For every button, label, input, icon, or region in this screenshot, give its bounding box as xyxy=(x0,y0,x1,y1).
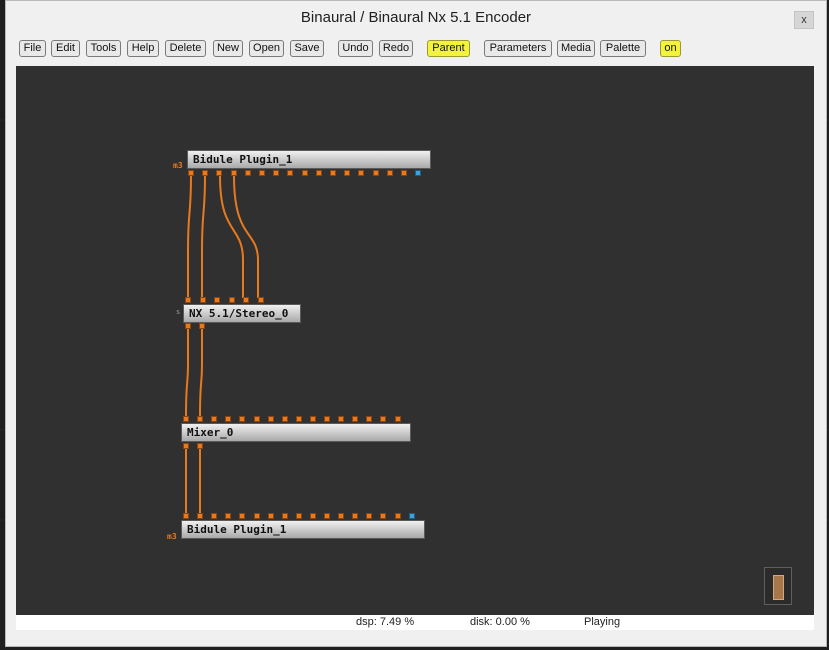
mixer-input-pin[interactable] xyxy=(211,416,218,422)
mixer-input-pin[interactable] xyxy=(183,416,189,422)
plugin-bottom-input-pin[interactable] xyxy=(239,513,246,519)
mixer-input-pin[interactable] xyxy=(253,416,260,422)
plugin-top-output-pin[interactable] xyxy=(273,170,280,176)
plugin-top-output-pin[interactable] xyxy=(301,170,308,176)
plugin-top-output-pin[interactable] xyxy=(315,170,322,176)
nx-output-pin[interactable] xyxy=(199,323,205,329)
plugin-top-output-pin[interactable] xyxy=(287,170,294,176)
mixer-input-pin[interactable] xyxy=(281,416,288,422)
mixer-input-pin[interactable] xyxy=(197,416,204,422)
plugin-bottom-input-pin[interactable] xyxy=(211,513,218,519)
nx-input-pin[interactable] xyxy=(243,297,249,303)
mixer-module[interactable]: Mixer_0 xyxy=(181,423,411,442)
mixer-input-pin[interactable] xyxy=(309,416,316,422)
mixer-input-pin[interactable] xyxy=(380,416,387,422)
mixer-input-pin[interactable] xyxy=(225,416,232,422)
plugin-bottom-input-pin[interactable] xyxy=(253,513,260,519)
mixer-input-pin[interactable] xyxy=(267,416,274,422)
wire xyxy=(219,175,244,298)
nx-input-pin[interactable] xyxy=(214,297,220,303)
mixer-input-pin[interactable] xyxy=(394,416,401,422)
plugin-bottom-input-pin[interactable] xyxy=(352,513,359,519)
disk-readout: disk: 0.00 % xyxy=(470,616,530,628)
nx-stereo-module[interactable]: NX 5.1/Stereo_0 xyxy=(183,304,301,323)
nx-input-pin[interactable] xyxy=(228,297,235,303)
wires-layer xyxy=(185,175,259,514)
wire xyxy=(201,175,206,298)
plugin-bottom-input-pin[interactable] xyxy=(281,513,288,519)
nx-input-pin[interactable] xyxy=(257,297,264,303)
dsp-readout: dsp: 7.49 % xyxy=(356,616,415,628)
plugin-top-output-pin[interactable] xyxy=(358,170,365,176)
nx-side-tag: s xyxy=(176,308,181,316)
plugin-top-output-pin[interactable] xyxy=(386,170,393,176)
plugin-bottom-input-pin[interactable] xyxy=(197,513,204,519)
wire xyxy=(199,328,203,417)
mixer-input-pin[interactable] xyxy=(366,416,373,422)
plugin-bottom-input-pin[interactable] xyxy=(338,513,345,519)
plugin-top-output-pin[interactable] xyxy=(216,170,223,176)
plugin-bottom-input-pin[interactable] xyxy=(380,513,387,519)
plugin-top-output-pin[interactable] xyxy=(244,170,251,176)
plugin-top-output-pin[interactable] xyxy=(344,170,351,176)
plugin-bottom-input-pin[interactable] xyxy=(183,513,189,519)
bidule-plugin-bottom-module[interactable]: Bidule Plugin_1 xyxy=(181,520,425,539)
plugin-bottom-input-pin[interactable] xyxy=(267,513,274,519)
plugin-top-output-pin[interactable] xyxy=(259,170,265,176)
nx-input-pin[interactable] xyxy=(199,297,206,303)
transport-state: Playing xyxy=(584,616,621,628)
m3-tag-top: m3 xyxy=(173,161,183,170)
navigator-viewport[interactable] xyxy=(773,575,784,600)
mixer-output-pin[interactable] xyxy=(183,443,189,449)
plugin-top-output-pin[interactable] xyxy=(230,170,237,176)
plugin-top-output-pin[interactable] xyxy=(188,170,194,176)
plugin-top-output-pin[interactable] xyxy=(330,170,336,176)
plugin-bottom-input-pin[interactable] xyxy=(408,513,415,519)
plugin-top-output-pin[interactable] xyxy=(372,170,379,176)
plugin-bottom-input-pin[interactable] xyxy=(225,513,232,519)
wire xyxy=(185,328,189,417)
mixer-input-pin[interactable] xyxy=(338,416,345,422)
plugin-bottom-input-pin[interactable] xyxy=(394,513,401,519)
plugin-top-output-pin[interactable] xyxy=(415,170,422,176)
plugin-bottom-input-pin[interactable] xyxy=(324,513,330,519)
m3-tag-bottom: m3 xyxy=(167,532,177,541)
mixer-output-pin[interactable] xyxy=(197,443,203,449)
mixer-input-pin[interactable] xyxy=(352,416,359,422)
plugin-bottom-input-pin[interactable] xyxy=(295,513,302,519)
plugin-bottom-input-pin[interactable] xyxy=(366,513,373,519)
canvas-navigator[interactable] xyxy=(764,567,792,605)
nx-output-pin[interactable] xyxy=(185,323,191,329)
plugin-bottom-input-pin[interactable] xyxy=(309,513,316,519)
nx-input-pin[interactable] xyxy=(185,297,191,303)
status-bar: dsp: 7.49 % disk: 0.00 % Playing xyxy=(16,615,814,630)
mixer-input-pin[interactable] xyxy=(239,416,246,422)
plugin-top-output-pin[interactable] xyxy=(401,170,407,176)
plugin-top-output-pin[interactable] xyxy=(202,170,209,176)
bidule-plugin-top-module[interactable]: Bidule Plugin_1 xyxy=(187,150,431,169)
mixer-input-pin[interactable] xyxy=(295,416,302,422)
mixer-input-pin[interactable] xyxy=(324,416,330,422)
wire xyxy=(187,175,192,298)
